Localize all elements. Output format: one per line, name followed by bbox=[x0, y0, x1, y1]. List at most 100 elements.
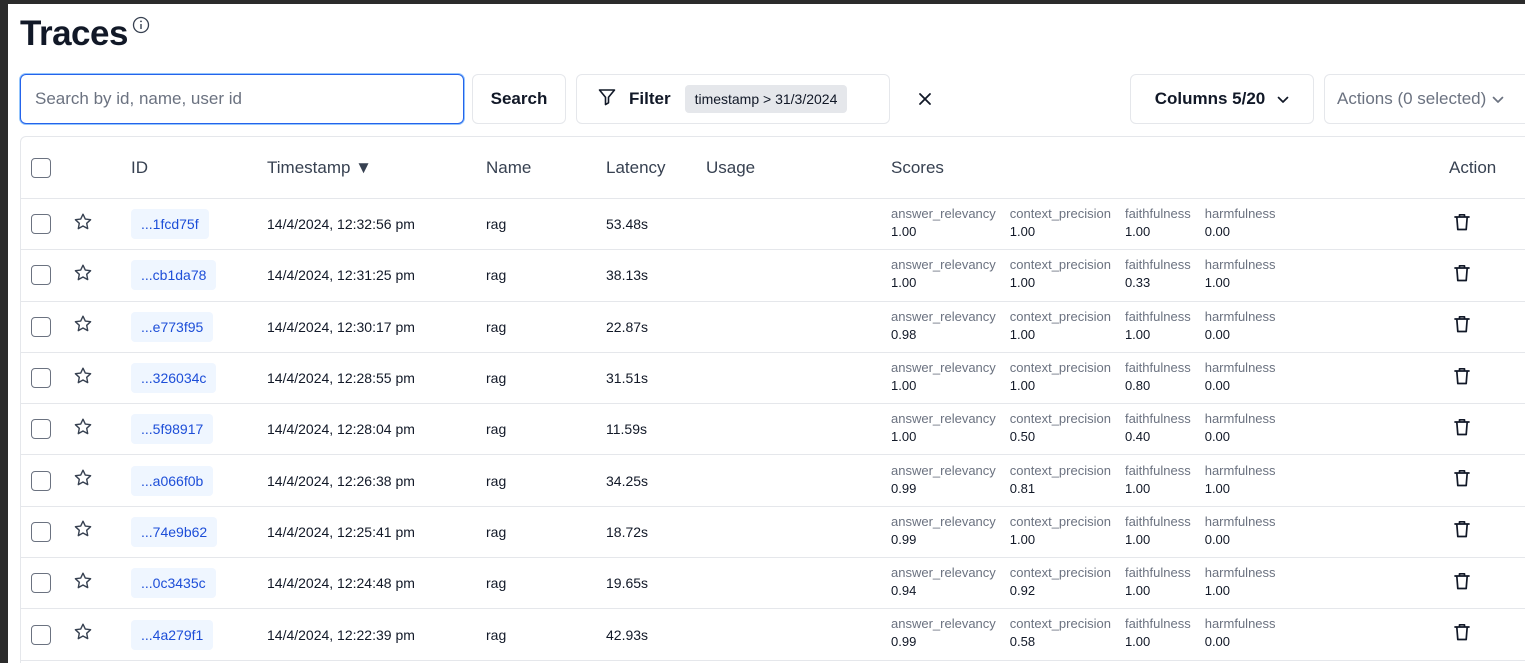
trash-icon bbox=[1453, 519, 1471, 544]
score-item: context_precision 1.00 bbox=[1010, 513, 1111, 549]
row-checkbox[interactable] bbox=[31, 470, 51, 491]
row-checkbox[interactable] bbox=[31, 265, 51, 286]
id-cell: ...cb1da78 bbox=[131, 250, 217, 300]
score-name: faithfulness bbox=[1124, 257, 1191, 273]
score-name: harmfulness bbox=[1204, 462, 1276, 478]
delete-button[interactable] bbox=[1453, 456, 1471, 506]
id-cell: ...e773f95 bbox=[131, 302, 214, 352]
column-header-usage[interactable]: Usage bbox=[706, 137, 755, 198]
filter-button[interactable]: Filter timestamp > 31/3/2024 bbox=[576, 74, 890, 124]
trace-id-link[interactable]: ...74e9b62 bbox=[131, 516, 218, 547]
trace-id-link[interactable]: ...4a279f1 bbox=[131, 619, 214, 650]
row-checkbox[interactable] bbox=[31, 368, 51, 389]
search-input[interactable] bbox=[20, 74, 464, 124]
column-header-name[interactable]: Name bbox=[486, 137, 531, 198]
delete-button[interactable] bbox=[1453, 558, 1471, 608]
table-row[interactable]: ...1fcd75f 14/4/2024, 12:32:56 pm rag 53.48… bbox=[21, 199, 1525, 251]
close-icon bbox=[918, 92, 932, 111]
score-value: 1.00 bbox=[891, 224, 917, 239]
delete-button[interactable] bbox=[1453, 302, 1471, 352]
actions-button[interactable]: Actions (0 selected) bbox=[1324, 74, 1525, 124]
column-header-id[interactable]: ID bbox=[131, 137, 148, 198]
name-cell: rag bbox=[486, 421, 507, 438]
score-value: 0.98 bbox=[891, 326, 917, 342]
row-checkbox[interactable] bbox=[31, 521, 51, 542]
info-icon[interactable] bbox=[132, 16, 150, 39]
chevron-down-icon bbox=[1492, 89, 1504, 109]
score-item: context_precision 0.92 bbox=[1010, 564, 1111, 600]
row-select-cell bbox=[31, 250, 51, 300]
table-row[interactable]: ...e773f95 14/4/2024, 12:30:17 pm rag 22.87… bbox=[21, 302, 1525, 353]
delete-button[interactable] bbox=[1453, 404, 1471, 454]
trace-id-link[interactable]: ...0c3435c bbox=[131, 568, 216, 599]
score-value: 0.58 bbox=[1009, 634, 1036, 650]
star-button[interactable] bbox=[73, 353, 93, 403]
row-checkbox[interactable] bbox=[31, 316, 51, 337]
score-value: 1.00 bbox=[1009, 377, 1036, 393]
row-checkbox[interactable] bbox=[31, 624, 51, 645]
star-button[interactable] bbox=[73, 250, 93, 300]
table-row[interactable]: ...4a279f1 14/4/2024, 12:22:39 pm rag 42.93… bbox=[21, 609, 1525, 661]
trash-icon bbox=[1453, 622, 1471, 647]
id-cell: ...74e9b62 bbox=[131, 507, 218, 557]
score-name: harmfulness bbox=[1204, 257, 1276, 273]
trash-icon bbox=[1453, 468, 1471, 493]
trash-icon bbox=[1453, 571, 1471, 596]
table-row[interactable]: ...cb1da78 14/4/2024, 12:31:25 pm rag 38.13… bbox=[21, 250, 1525, 302]
score-item: answer_relevancy 1.00 bbox=[891, 359, 996, 395]
score-value: 0.99 bbox=[891, 480, 917, 496]
table-row[interactable]: ...74e9b62 14/4/2024, 12:25:41 pm rag 18.72… bbox=[21, 507, 1525, 559]
columns-label: Columns 5/20 bbox=[1154, 89, 1266, 108]
score-item: context_precision 0.50 bbox=[1010, 410, 1111, 446]
trash-icon bbox=[1453, 417, 1471, 442]
score-item: answer_relevancy 0.98 bbox=[891, 308, 996, 344]
score-name: context_precision bbox=[1009, 257, 1111, 273]
id-cell: ...5f98917 bbox=[131, 404, 214, 454]
delete-button[interactable] bbox=[1453, 353, 1471, 403]
star-button[interactable] bbox=[73, 507, 93, 557]
score-item: harmfulness 1.00 bbox=[1205, 256, 1276, 292]
clear-filter-button[interactable] bbox=[910, 86, 940, 116]
trace-id-link[interactable]: ...326034c bbox=[131, 363, 217, 394]
star-icon bbox=[73, 519, 93, 544]
table-row[interactable]: ...326034c 14/4/2024, 12:28:55 pm rag 31.51… bbox=[21, 353, 1525, 405]
delete-button[interactable] bbox=[1453, 507, 1471, 557]
star-button[interactable] bbox=[73, 404, 93, 454]
star-button[interactable] bbox=[73, 302, 93, 352]
table-row[interactable]: ...0c3435c 14/4/2024, 12:24:48 pm rag 19.65… bbox=[21, 558, 1525, 610]
trace-id-link[interactable]: ...a066f0b bbox=[131, 465, 214, 496]
star-button[interactable] bbox=[73, 609, 93, 659]
row-checkbox[interactable] bbox=[31, 419, 51, 440]
row-checkbox[interactable] bbox=[31, 214, 51, 235]
score-value: 0.00 bbox=[1204, 634, 1231, 650]
timestamp-cell: 14/4/2024, 12:28:55 pm bbox=[267, 370, 415, 387]
score-value: 0.40 bbox=[1124, 429, 1151, 445]
select-all-checkbox[interactable] bbox=[31, 157, 51, 178]
score-item: faithfulness 1.00 bbox=[1125, 564, 1191, 600]
delete-button[interactable] bbox=[1453, 609, 1471, 659]
row-checkbox[interactable] bbox=[31, 573, 51, 594]
score-name: answer_relevancy bbox=[891, 565, 996, 581]
star-button[interactable] bbox=[73, 558, 93, 608]
star-button[interactable] bbox=[73, 456, 93, 506]
trace-id-link[interactable]: ...cb1da78 bbox=[131, 260, 217, 291]
trace-id-link[interactable]: ...5f98917 bbox=[131, 414, 214, 445]
column-header-scores[interactable]: Scores bbox=[891, 137, 944, 198]
delete-button[interactable] bbox=[1453, 199, 1471, 249]
trace-id-link[interactable]: ...1fcd75f bbox=[131, 209, 209, 240]
score-item: faithfulness 1.00 bbox=[1125, 462, 1191, 498]
timestamp-cell: 14/4/2024, 12:22:39 pm bbox=[267, 626, 415, 643]
column-header-latency[interactable]: Latency bbox=[606, 137, 666, 198]
column-header-action: Action bbox=[1449, 157, 1497, 177]
column-header-timestamp[interactable]: Timestamp ▼ bbox=[267, 137, 372, 198]
name-cell: rag bbox=[486, 216, 507, 233]
trash-icon bbox=[1453, 263, 1471, 288]
trace-id-link[interactable]: ...e773f95 bbox=[131, 311, 214, 342]
trash-icon bbox=[1453, 212, 1471, 237]
table-row[interactable]: ...5f98917 14/4/2024, 12:28:04 pm rag 11.59… bbox=[21, 404, 1525, 456]
columns-button[interactable]: Columns 5/20 bbox=[1130, 74, 1314, 124]
delete-button[interactable] bbox=[1453, 250, 1471, 300]
search-button[interactable]: Search bbox=[472, 74, 566, 124]
star-button[interactable] bbox=[73, 199, 93, 249]
table-row[interactable]: ...a066f0b 14/4/2024, 12:26:38 pm rag 34.25… bbox=[21, 456, 1525, 507]
